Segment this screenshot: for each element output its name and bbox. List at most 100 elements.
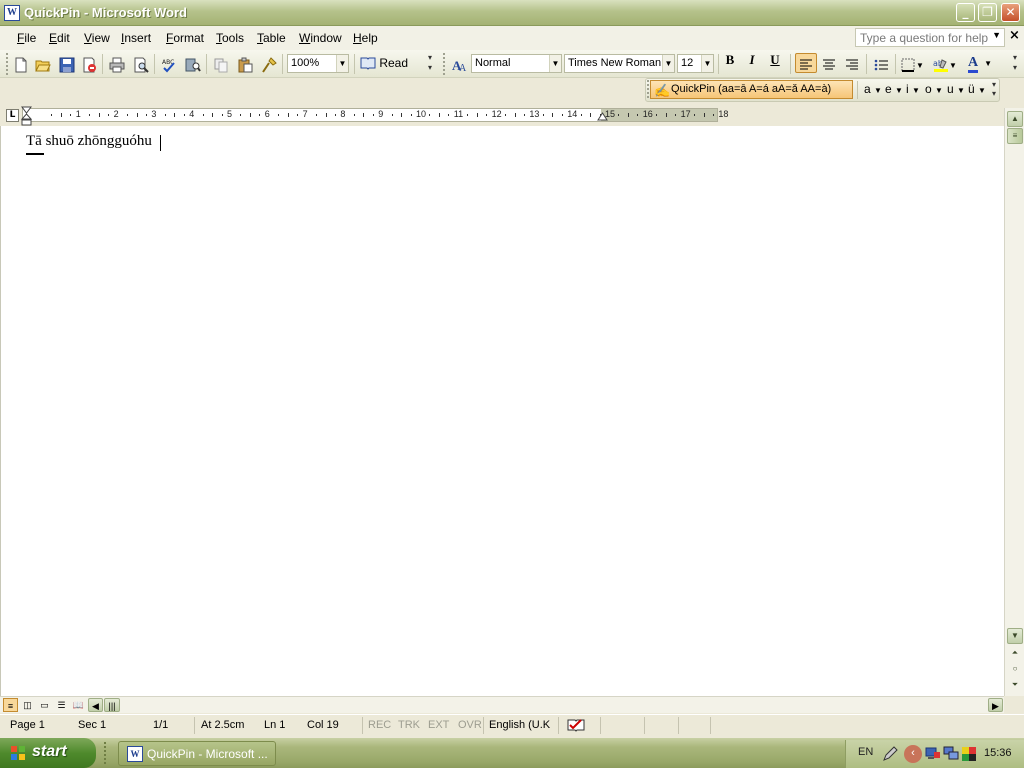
toolbar-options-icon[interactable]: ▾ ▾: [1013, 53, 1023, 75]
open-folder-icon[interactable]: [34, 54, 52, 74]
chevron-down-icon[interactable]: ▼: [549, 55, 561, 72]
clock[interactable]: 15:36: [984, 747, 1012, 759]
toolbar-grip[interactable]: [6, 53, 9, 75]
vowel-o-dropdown[interactable]: o ▼: [925, 82, 943, 96]
menu-view[interactable]: View: [84, 31, 110, 45]
copy-icon[interactable]: [212, 54, 230, 74]
menu-insert[interactable]: Insert: [121, 31, 151, 45]
ruler-number: 6: [264, 109, 270, 119]
bold-button[interactable]: B: [722, 52, 738, 72]
menu-format[interactable]: Format: [166, 31, 204, 45]
save-icon[interactable]: [58, 54, 76, 74]
menu-tools[interactable]: Tools: [216, 31, 244, 45]
align-right-button[interactable]: [843, 54, 861, 74]
scrollbar-thumb[interactable]: ≡: [1007, 128, 1023, 144]
menu-help[interactable]: Help: [353, 31, 378, 45]
right-indent-marker-icon[interactable]: [597, 112, 608, 122]
language-indicator[interactable]: EN: [858, 746, 873, 758]
font-select[interactable]: Times New Roman ▼: [564, 54, 675, 73]
close-button[interactable]: ✕: [1001, 3, 1020, 22]
font-size-select[interactable]: 12 ▼: [677, 54, 714, 73]
new-document-icon[interactable]: [12, 54, 30, 74]
restore-button[interactable]: ❐: [978, 3, 997, 22]
menu-window[interactable]: Window: [299, 31, 342, 45]
normal-view-icon[interactable]: ≡: [3, 698, 18, 712]
chevron-down-icon[interactable]: ▼: [701, 55, 713, 72]
styles-formatting-icon[interactable]: AA: [450, 54, 468, 74]
vowel-i-dropdown[interactable]: i ▼: [906, 82, 920, 96]
research-icon[interactable]: [184, 54, 202, 74]
chevron-down-icon[interactable]: ▼: [992, 30, 1001, 40]
horizontal-ruler[interactable]: L 1 2 3 4 5 6 7 8 9 10 11 12 13 14 15 16 17 18: [0, 104, 1004, 126]
format-painter-icon[interactable]: [260, 54, 278, 74]
menu-edit[interactable]: Edit: [49, 31, 70, 45]
vertical-scrollbar[interactable]: ▲ ≡ ▼ ⏶ ○ ⏷: [1004, 108, 1024, 696]
status-rec[interactable]: REC: [368, 719, 391, 731]
zoom-select[interactable]: 100% ▼: [287, 54, 349, 73]
align-center-button[interactable]: [820, 54, 838, 74]
pen-icon[interactable]: [882, 746, 898, 765]
ruler-strip[interactable]: 1 2 3 4 5 6 7 8 9 10 11 12 13 14 15 16 17 18: [22, 108, 728, 122]
chevron-down-icon[interactable]: ▼: [662, 55, 674, 72]
horizontal-scrollbar[interactable]: ≡ ◫ ▭ ☰ 📖 ◀ ||| ▶: [0, 696, 1004, 713]
previous-page-icon[interactable]: ⏶: [1007, 646, 1023, 662]
minimize-button[interactable]: _: [956, 3, 975, 22]
toolbar-grip[interactable]: [443, 53, 446, 75]
font-color-button[interactable]: A ▼: [968, 52, 1000, 73]
borders-icon[interactable]: ▼: [900, 54, 928, 74]
ruler-tick: [108, 114, 110, 116]
next-page-icon[interactable]: ⏷: [1007, 678, 1023, 694]
scroll-up-icon[interactable]: ▲: [1007, 111, 1023, 127]
network-icon[interactable]: [925, 746, 941, 765]
status-language[interactable]: English (U.K: [489, 719, 550, 731]
print-layout-view-icon[interactable]: ▭: [37, 698, 52, 712]
display-icon[interactable]: [943, 746, 959, 765]
scroll-right-icon[interactable]: ▶: [988, 698, 1003, 712]
select-browse-object-icon[interactable]: ○: [1007, 662, 1023, 678]
document-text[interactable]: Tā shuō zhōngguóhu: [26, 133, 152, 150]
show-hidden-icons-icon[interactable]: ‹: [904, 745, 922, 763]
help-search-input[interactable]: Type a question for help ▼: [855, 28, 1005, 47]
reading-layout-view-icon[interactable]: 📖: [71, 698, 86, 712]
document-page[interactable]: [0, 126, 1004, 696]
taskbar-item-word[interactable]: W QuickPin - Microsoft ...: [118, 741, 276, 766]
scroll-down-icon[interactable]: ▼: [1007, 628, 1023, 644]
chevron-down-icon[interactable]: ▼: [336, 55, 348, 72]
print-preview-icon[interactable]: [132, 54, 150, 74]
scroll-left-icon[interactable]: ◀: [88, 698, 103, 712]
web-layout-view-icon[interactable]: ◫: [20, 698, 35, 712]
vowel-u-umlaut-dropdown[interactable]: ü ▼: [968, 82, 986, 96]
color-squares-icon[interactable]: [961, 746, 977, 765]
indent-markers-icon[interactable]: [20, 106, 33, 128]
status-ovr[interactable]: OVR: [458, 719, 482, 731]
menu-file[interactable]: File: [17, 31, 36, 45]
spelling-status-icon[interactable]: [567, 717, 585, 736]
spelling-grammar-icon[interactable]: ABC: [160, 54, 178, 74]
style-select[interactable]: Normal ▼: [471, 54, 562, 73]
hscroll-thumb[interactable]: |||: [104, 698, 120, 712]
italic-button[interactable]: I: [744, 52, 760, 72]
underline-button[interactable]: U: [767, 52, 783, 72]
tab-selector-icon[interactable]: L: [6, 109, 19, 122]
paste-icon[interactable]: [236, 54, 254, 74]
taskbar-grip[interactable]: [104, 742, 107, 764]
outline-view-icon[interactable]: ☰: [54, 698, 69, 712]
vowel-e-dropdown[interactable]: e ▼: [885, 82, 903, 96]
status-ext[interactable]: EXT: [428, 719, 449, 731]
start-button[interactable]: start: [0, 738, 96, 768]
highlight-icon[interactable]: ab ▼: [933, 54, 965, 74]
toolbar-options-icon[interactable]: ▾ ▾: [992, 80, 1000, 100]
word-app-icon[interactable]: W: [4, 5, 20, 21]
toolbar-options-icon[interactable]: ▾ ▾: [428, 53, 438, 75]
permission-icon[interactable]: [80, 54, 98, 74]
vowel-a-dropdown[interactable]: a ▼: [864, 82, 882, 96]
quickpin-button[interactable]: ✍ QuickPin (aa=ā A=á aA=ǎ AA=à): [650, 80, 853, 99]
status-trk[interactable]: TRK: [398, 719, 420, 731]
vowel-u-dropdown[interactable]: u ▼: [947, 82, 965, 96]
read-button[interactable]: Read: [360, 52, 410, 72]
close-document-button[interactable]: ×: [1009, 28, 1020, 43]
menu-table[interactable]: Table: [257, 31, 286, 45]
bullets-icon[interactable]: [872, 54, 890, 74]
print-icon[interactable]: [108, 54, 126, 74]
align-left-button[interactable]: [795, 53, 817, 73]
